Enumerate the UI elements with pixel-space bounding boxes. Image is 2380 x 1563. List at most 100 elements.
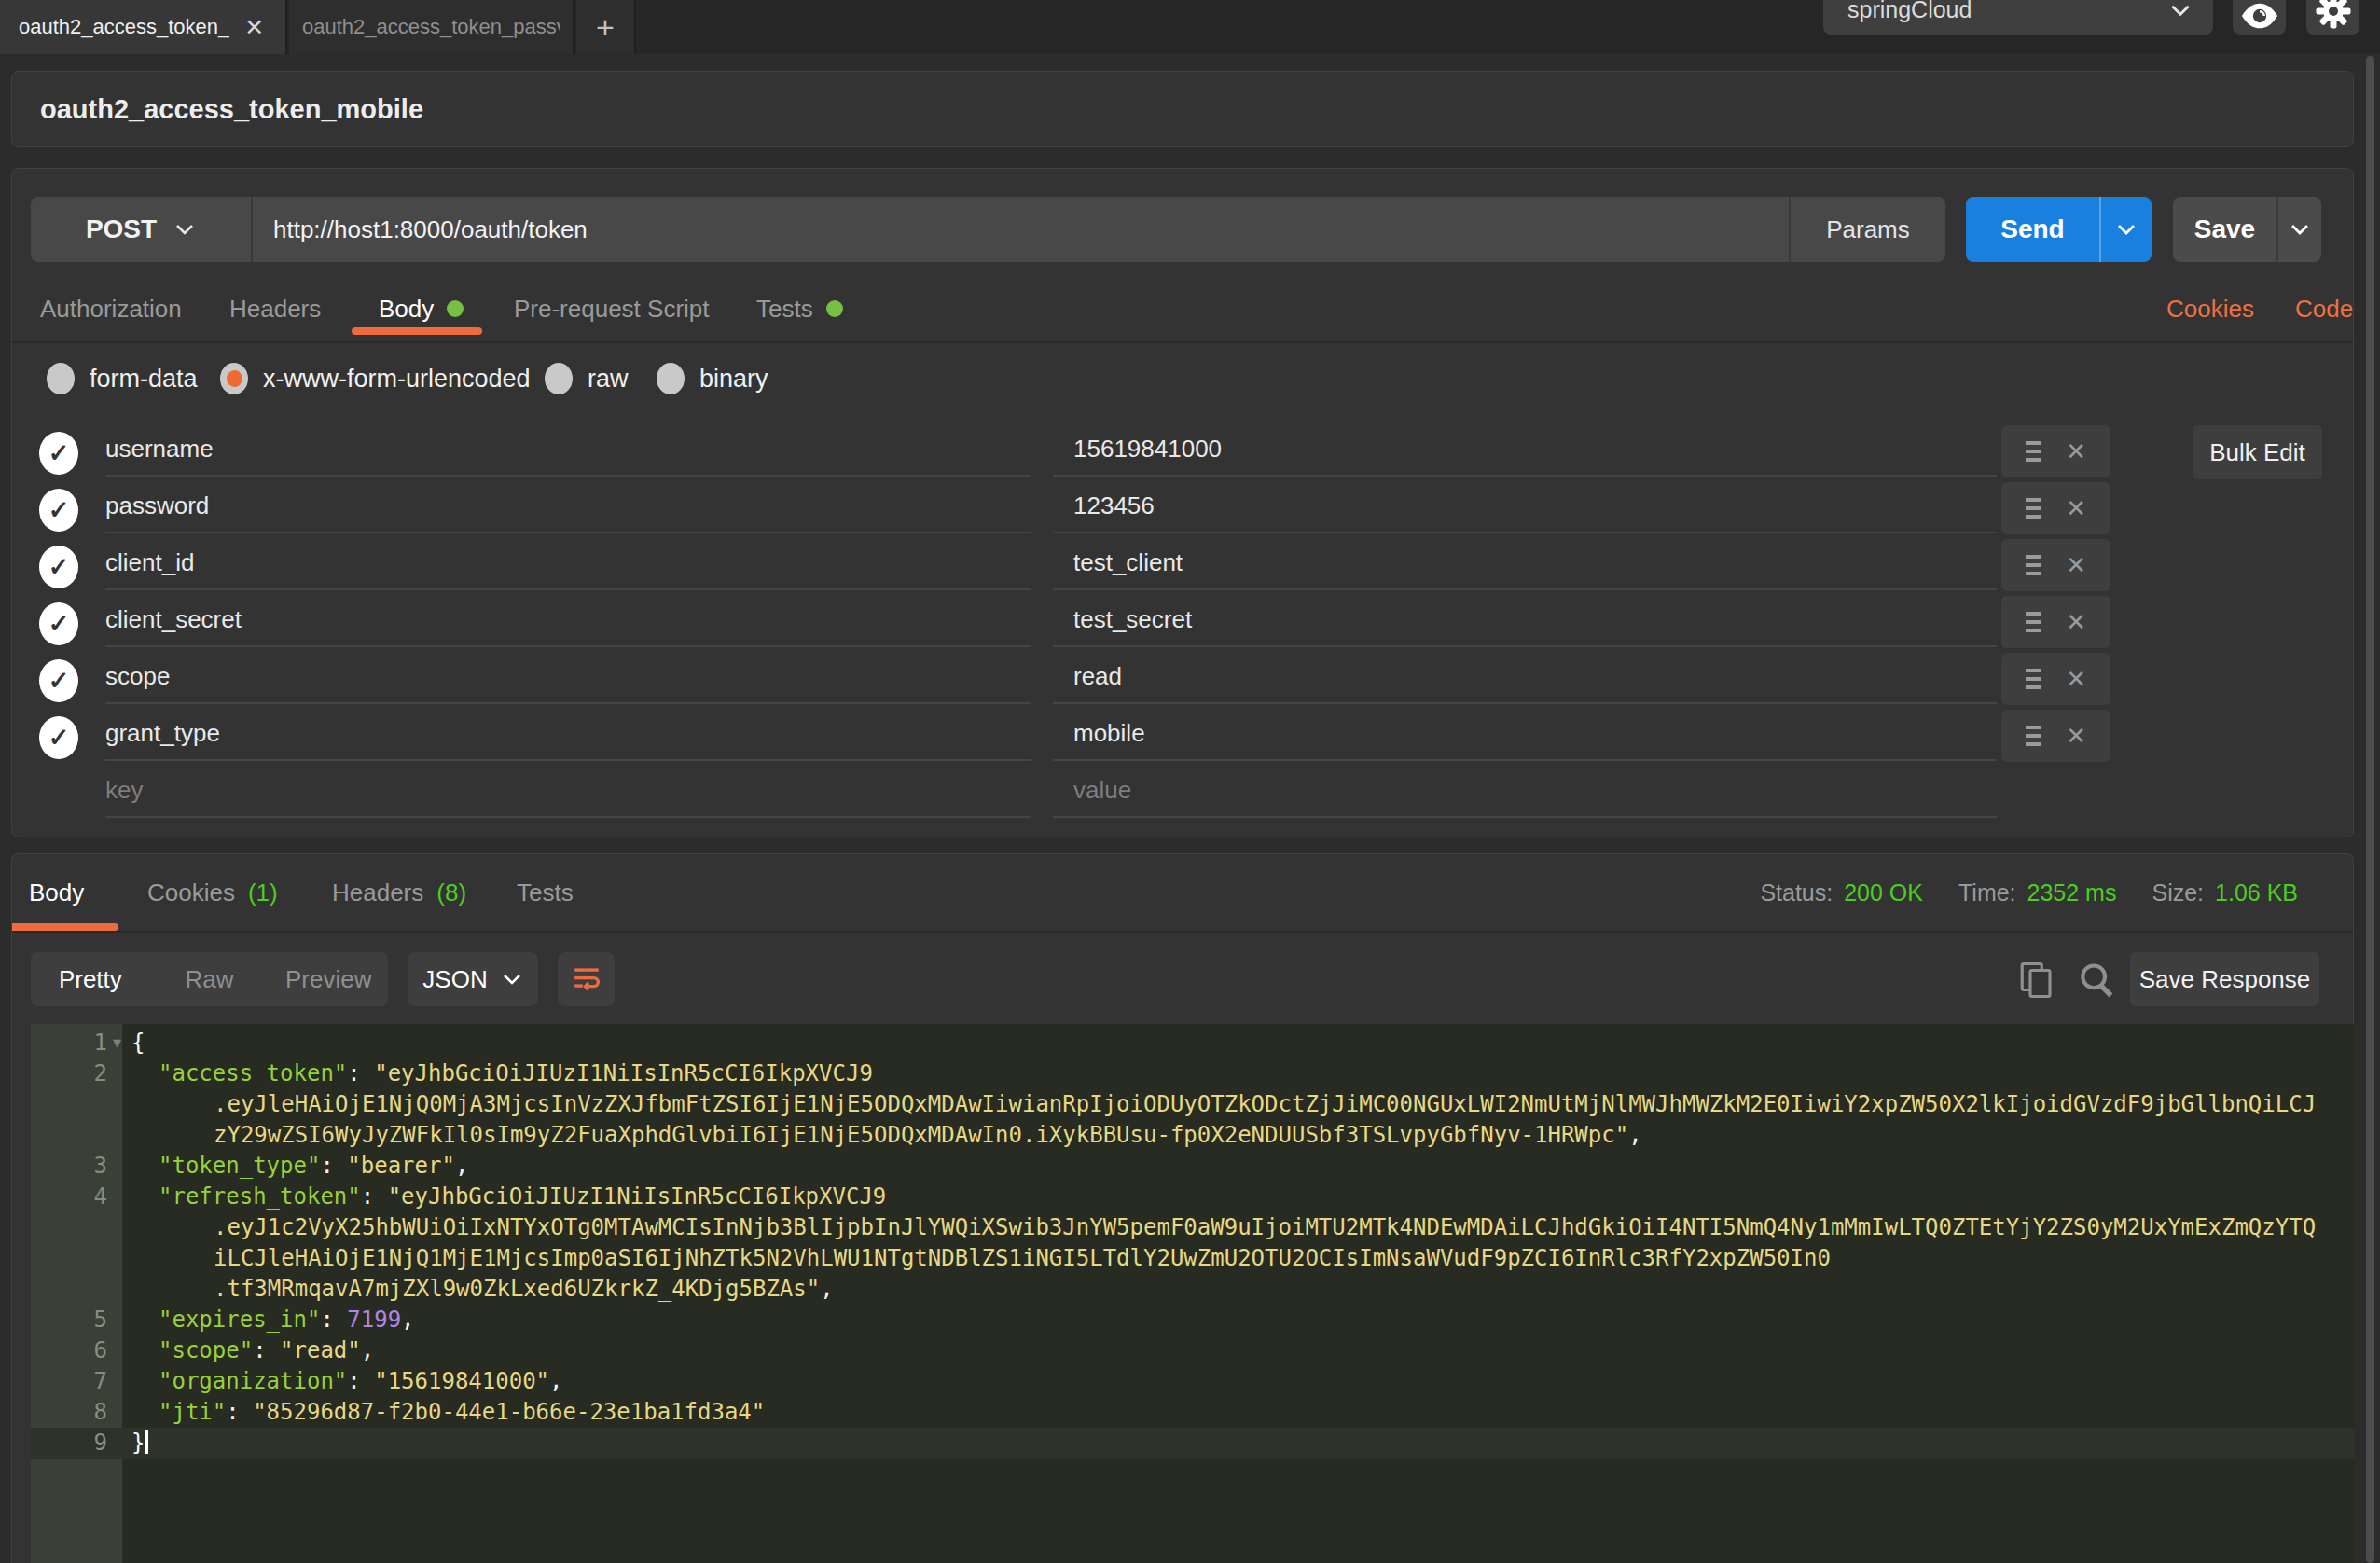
param-enabled-checkbox[interactable]: ✓ — [39, 716, 78, 759]
param-value-input[interactable]: 123456 — [1053, 480, 1997, 533]
response-tab-tests[interactable]: Tests — [517, 854, 574, 931]
delete-param-icon[interactable]: ✕ — [2066, 608, 2086, 637]
radio-label: binary — [699, 365, 768, 394]
response-tab-cookies[interactable]: Cookies(1) — [147, 854, 278, 931]
code-line: zY29wZSI6WyJyZWFkIl0sIm9yZ2FuaXphdGlvbiI… — [31, 1120, 2355, 1151]
request-tab-pre-request-script[interactable]: Pre-request Script — [514, 276, 710, 341]
fold-caret-icon[interactable]: ▼ — [113, 1028, 121, 1058]
cookies-link[interactable]: Cookies — [2166, 295, 2254, 324]
param-enabled-checkbox[interactable]: ✓ — [39, 432, 78, 475]
delete-param-icon[interactable]: ✕ — [2066, 437, 2086, 466]
active-tab-underline — [352, 327, 482, 335]
param-key-input[interactable]: client_id — [105, 537, 1031, 590]
param-value-input[interactable]: read — [1053, 651, 1997, 704]
param-key-input[interactable]: username — [105, 423, 1031, 477]
param-enabled-checkbox[interactable]: ✓ — [39, 489, 78, 532]
code-link[interactable]: Code — [2295, 295, 2353, 324]
line-number: 7 — [31, 1366, 122, 1397]
param-row: ✓ grant_type mobile ✕ — [12, 708, 2353, 765]
radio-icon — [545, 363, 573, 394]
chevron-down-icon — [2115, 218, 2138, 241]
tab-oauth2-access-token[interactable]: oauth2_access_token_ ✕ — [0, 0, 287, 54]
drag-handle-icon[interactable] — [2026, 726, 2041, 746]
send-button[interactable]: Send — [1966, 197, 2152, 262]
code-line: 6 "scope": "read", — [31, 1335, 2355, 1366]
close-icon[interactable]: ✕ — [244, 14, 264, 41]
param-row-placeholder: key value — [12, 765, 2353, 822]
method-select[interactable]: POST — [31, 197, 253, 262]
params-button[interactable]: Params — [1789, 197, 1945, 262]
delete-param-icon[interactable]: ✕ — [2066, 665, 2086, 694]
response-body-json[interactable]: 1▼ { 2 "access_token": "eyJhbGciOiJIUzI1… — [31, 1024, 2355, 1563]
window-scrollbar[interactable] — [2366, 56, 2374, 1563]
line-number: 9 — [31, 1428, 122, 1459]
search-button[interactable] — [2075, 959, 2116, 1005]
body-type-raw[interactable]: raw — [545, 355, 629, 402]
body-type-form-data[interactable]: form-data — [47, 355, 198, 402]
param-value-input[interactable]: mobile — [1053, 708, 1997, 761]
param-enabled-checkbox[interactable]: ✓ — [39, 659, 78, 702]
request-tab-authorization[interactable]: Authorization — [40, 276, 182, 341]
save-button[interactable]: Save — [2173, 197, 2321, 262]
tab-label: Tests — [756, 295, 813, 324]
param-value-input[interactable]: test_client — [1053, 537, 1997, 590]
param-value-input[interactable]: value — [1053, 765, 1997, 818]
new-tab-button[interactable]: + — [576, 0, 636, 54]
param-value-input[interactable]: test_secret — [1053, 594, 1997, 647]
delete-param-icon[interactable]: ✕ — [2066, 494, 2086, 523]
view-mode-raw[interactable]: Raw — [150, 952, 270, 1006]
bulk-edit-button[interactable]: Bulk Edit — [2193, 425, 2322, 479]
body-type-x-www-form-urlencoded[interactable]: x-www-form-urlencoded — [220, 355, 531, 402]
radio-label: form-data — [90, 365, 198, 394]
code-line: 3 "token_type": "bearer", — [31, 1151, 2355, 1182]
format-select[interactable]: JSON — [408, 952, 538, 1006]
code-line: .eyJleHAiOjE1NjQ0MjA3MjcsInVzZXJfbmFtZSI… — [31, 1089, 2355, 1120]
view-mode-pretty[interactable]: Pretty — [31, 952, 150, 1006]
divider — [12, 341, 2353, 343]
drag-handle-icon[interactable] — [2026, 441, 2041, 462]
drag-handle-icon[interactable] — [2026, 498, 2041, 519]
param-enabled-checkbox[interactable]: ✓ — [39, 546, 78, 588]
view-mode-preview[interactable]: Preview — [269, 952, 388, 1006]
divider — [12, 931, 2353, 933]
tab-bar: oauth2_access_token_ ✕ oauth2_access_tok… — [0, 0, 2380, 54]
drag-handle-icon[interactable] — [2026, 612, 2041, 632]
param-key-input[interactable]: client_secret — [105, 594, 1031, 647]
param-key-input[interactable]: grant_type — [105, 708, 1031, 761]
param-key-input[interactable]: key — [105, 765, 1031, 818]
save-response-button[interactable]: Save Response — [2130, 952, 2319, 1006]
response-tab-headers[interactable]: Headers(8) — [332, 854, 466, 931]
param-actions: ✕ — [2001, 425, 2110, 477]
tab-oauth2-access-token-passv[interactable]: oauth2_access_token_passv — [289, 0, 574, 54]
tab-label: oauth2_access_token_passv — [302, 15, 560, 39]
tab-label: Body — [379, 295, 434, 324]
environment-quicklook-button[interactable] — [2233, 0, 2286, 35]
delete-param-icon[interactable]: ✕ — [2066, 722, 2086, 751]
param-key-input[interactable]: password — [105, 480, 1031, 533]
param-value-input[interactable]: 15619841000 — [1053, 423, 1997, 477]
code-line: 1▼ { — [31, 1028, 2355, 1058]
param-key-input[interactable]: scope — [105, 651, 1031, 704]
body-type-binary[interactable]: binary — [657, 355, 768, 402]
drag-handle-icon[interactable] — [2026, 669, 2041, 689]
code-line: 5 "expires_in": 7199, — [31, 1305, 2355, 1335]
delete-param-icon[interactable]: ✕ — [2066, 551, 2086, 580]
search-icon — [2075, 959, 2116, 1002]
param-enabled-checkbox[interactable]: ✓ — [39, 602, 78, 645]
save-options-caret[interactable] — [2276, 197, 2321, 262]
send-options-caret[interactable] — [2099, 197, 2152, 262]
settings-button[interactable] — [2306, 0, 2359, 35]
param-row: ✓ scope read ✕ — [12, 651, 2353, 708]
tab-label: oauth2_access_token_ — [19, 15, 229, 39]
copy-button[interactable] — [2017, 959, 2056, 1005]
url-input[interactable]: http://host1:8000/oauth/token — [253, 197, 1789, 262]
drag-handle-icon[interactable] — [2026, 555, 2041, 575]
response-tab-body[interactable]: Body — [29, 854, 84, 931]
green-dot — [826, 300, 843, 317]
request-tab-headers[interactable]: Headers — [229, 276, 321, 341]
line-number — [31, 1212, 122, 1243]
environment-select[interactable]: springCloud — [1823, 0, 2213, 35]
wrap-lines-button[interactable] — [558, 952, 615, 1006]
view-mode-switch: PrettyRawPreview — [31, 952, 388, 1006]
request-tab-tests[interactable]: Tests — [756, 276, 843, 341]
